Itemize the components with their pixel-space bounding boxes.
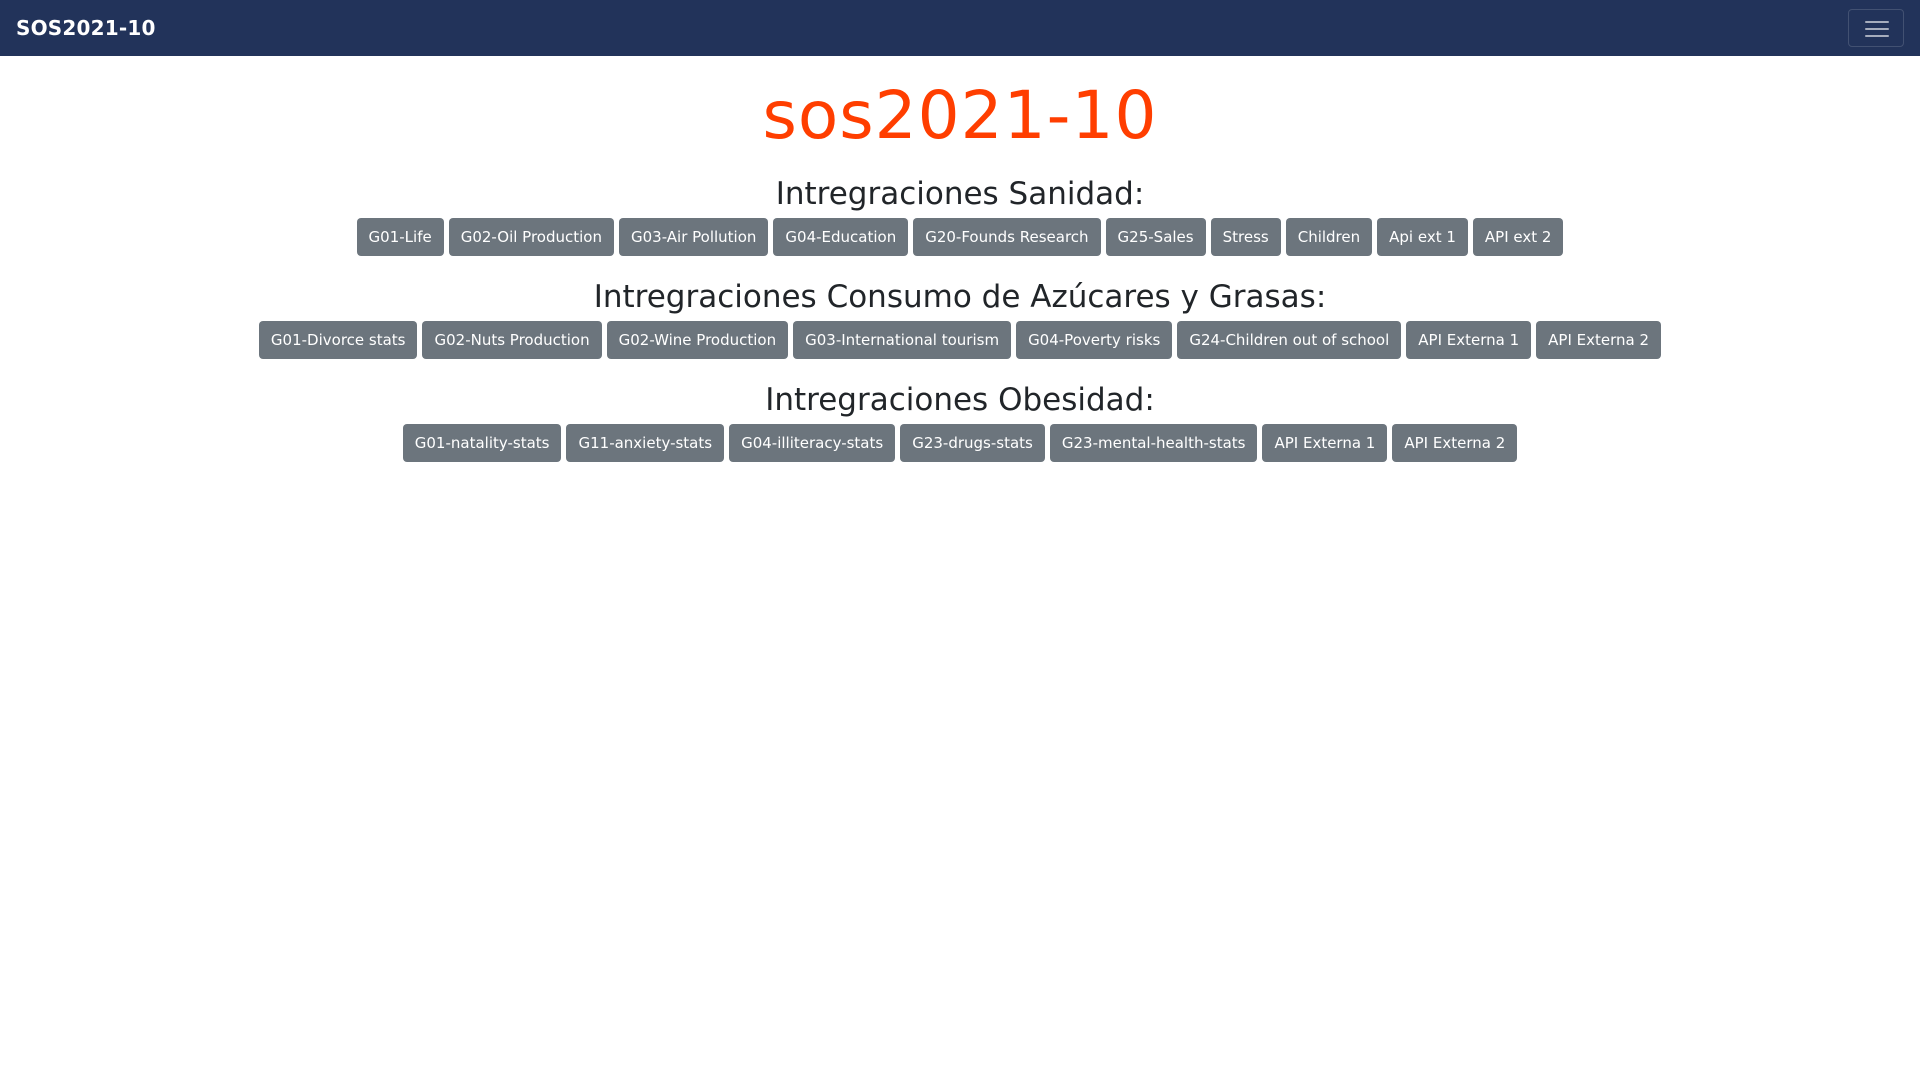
integration-button-g25-sales[interactable]: G25-Sales bbox=[1105, 218, 1206, 256]
integration-button-api-externa-1[interactable]: API Externa 1 bbox=[1406, 321, 1532, 359]
hamburger-menu-icon bbox=[1865, 35, 1889, 37]
integration-button-g20-founds-research[interactable]: G20-Founds Research bbox=[913, 218, 1101, 256]
section-title-sanidad: Intregraciones Sanidad: bbox=[775, 176, 1145, 212]
integration-button-g03-air-pollution[interactable]: G03-Air Pollution bbox=[618, 218, 769, 256]
main-content: sos2021-10 Intregraciones Sanidad: G01-L… bbox=[0, 56, 1920, 462]
integration-button-api-externa-2[interactable]: API Externa 2 bbox=[1392, 424, 1518, 462]
integration-button-api-ext-2[interactable]: API ext 2 bbox=[1472, 218, 1564, 256]
button-group-sanidad: G01-Life G02-Oil Production G03-Air Poll… bbox=[0, 218, 1920, 256]
hamburger-menu-icon bbox=[1865, 28, 1889, 30]
integration-button-g04-illiteracy-stats[interactable]: G04-illiteracy-stats bbox=[729, 424, 896, 462]
integration-button-g03-international-tourism[interactable]: G03-International tourism bbox=[793, 321, 1012, 359]
navbar: SOS2021-10 bbox=[0, 0, 1920, 56]
integration-button-g01-divorce-stats[interactable]: G01-Divorce stats bbox=[258, 321, 418, 359]
integration-button-g11-anxiety-stats[interactable]: G11-anxiety-stats bbox=[566, 424, 725, 462]
button-group-obesidad: G01-natality-stats G11-anxiety-stats G04… bbox=[0, 424, 1920, 462]
section-title-obesidad: Intregraciones Obesidad: bbox=[765, 382, 1155, 418]
integration-button-g01-natality-stats[interactable]: G01-natality-stats bbox=[402, 424, 562, 462]
integration-button-g02-wine-production[interactable]: G02-Wine Production bbox=[606, 321, 789, 359]
integration-button-g02-oil-production[interactable]: G02-Oil Production bbox=[448, 218, 614, 256]
section-title-consumo: Intregraciones Consumo de Azúcares y Gra… bbox=[593, 279, 1327, 315]
integration-button-api-ext-1[interactable]: Api ext 1 bbox=[1377, 218, 1468, 256]
page-title: sos2021-10 bbox=[762, 77, 1158, 154]
integration-button-children[interactable]: Children bbox=[1285, 218, 1373, 256]
integration-button-stress[interactable]: Stress bbox=[1210, 218, 1281, 256]
button-group-consumo: G01-Divorce stats G02-Nuts Production G0… bbox=[0, 321, 1920, 359]
integration-button-g02-nuts-production[interactable]: G02-Nuts Production bbox=[422, 321, 602, 359]
integration-button-g23-drugs-stats[interactable]: G23-drugs-stats bbox=[900, 424, 1045, 462]
integration-button-g01-life[interactable]: G01-Life bbox=[356, 218, 444, 256]
integration-button-g23-mental-health-stats[interactable]: G23-mental-health-stats bbox=[1049, 424, 1258, 462]
integration-button-api-externa-1[interactable]: API Externa 1 bbox=[1262, 424, 1388, 462]
navbar-toggler-button[interactable] bbox=[1848, 9, 1904, 47]
integration-button-g04-education[interactable]: G04-Education bbox=[773, 218, 909, 256]
navbar-brand[interactable]: SOS2021-10 bbox=[16, 0, 156, 56]
integration-button-g04-poverty-risks[interactable]: G04-Poverty risks bbox=[1016, 321, 1173, 359]
integration-button-api-externa-2[interactable]: API Externa 2 bbox=[1536, 321, 1662, 359]
integration-button-g24-children-out-of-school[interactable]: G24-Children out of school bbox=[1177, 321, 1402, 359]
hamburger-menu-icon bbox=[1865, 21, 1889, 23]
